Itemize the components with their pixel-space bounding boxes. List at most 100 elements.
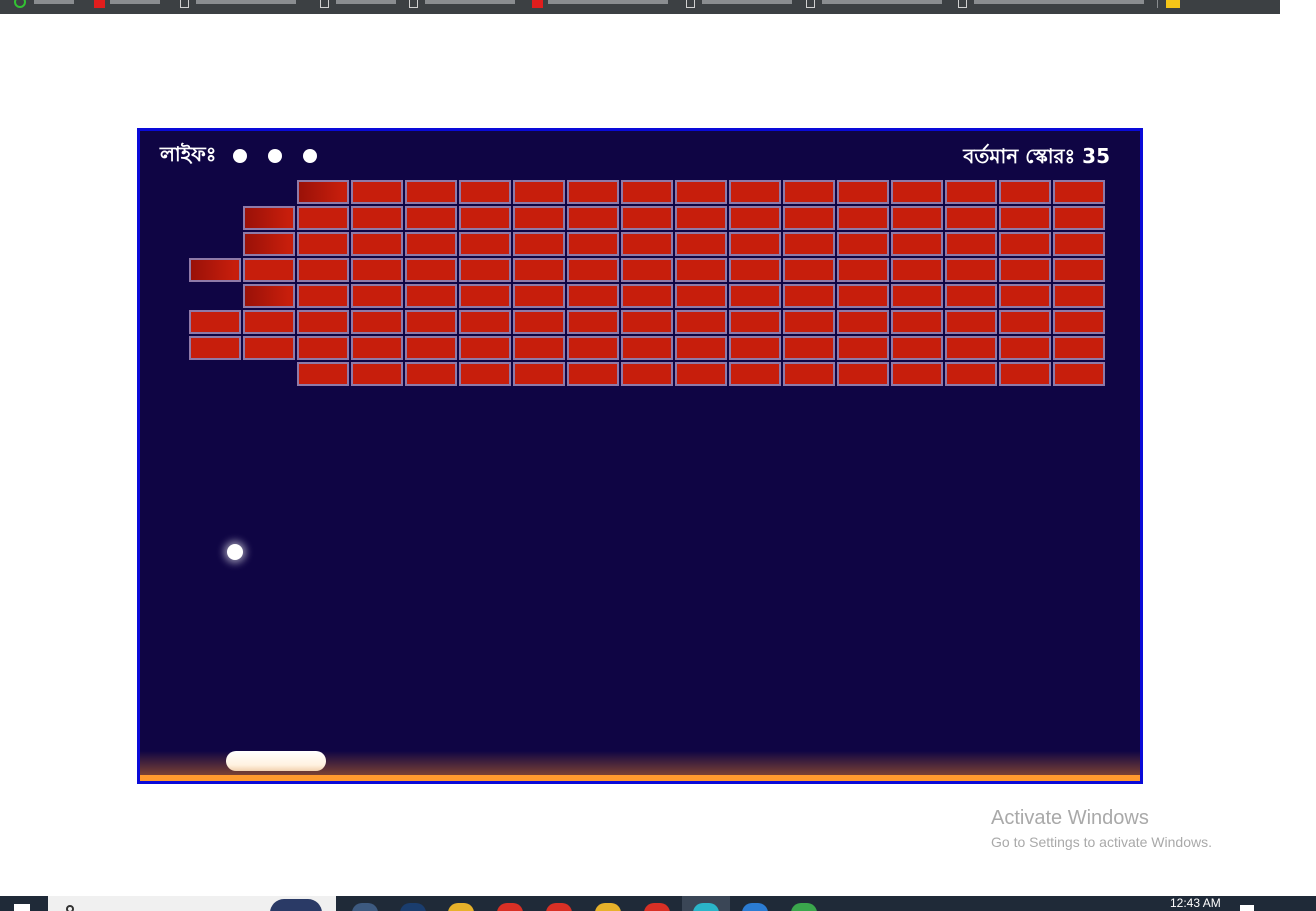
brick [1053, 284, 1105, 308]
brick [837, 258, 889, 282]
notification-icon[interactable] [1240, 905, 1254, 911]
brick [945, 310, 997, 334]
brick [567, 258, 619, 282]
brick [621, 284, 673, 308]
brick [621, 232, 673, 256]
bookmark-page-icon[interactable] [180, 0, 189, 8]
brick [459, 284, 511, 308]
chrome-icon[interactable] [497, 903, 523, 911]
brick [675, 206, 727, 230]
bookmark-label[interactable] [110, 0, 160, 4]
brick [891, 206, 943, 230]
folder-icon[interactable] [1166, 0, 1180, 8]
brick [567, 180, 619, 204]
brick [999, 206, 1051, 230]
brick [297, 336, 349, 360]
brick [351, 206, 403, 230]
edge-icon[interactable] [693, 903, 719, 911]
app-icon[interactable] [791, 903, 817, 911]
brick [621, 206, 673, 230]
bookmark-favicon-icon[interactable] [532, 0, 543, 8]
brick [567, 232, 619, 256]
brick [351, 336, 403, 360]
brick [945, 362, 997, 386]
bookmark-favicon-icon[interactable] [14, 0, 26, 8]
brick [297, 206, 349, 230]
brick [405, 284, 457, 308]
paddle[interactable] [226, 751, 326, 771]
brick [1053, 336, 1105, 360]
brick [621, 180, 673, 204]
brick [945, 336, 997, 360]
ball [227, 544, 243, 560]
brick [999, 362, 1051, 386]
brick [459, 206, 511, 230]
brick [1053, 232, 1105, 256]
brick [351, 232, 403, 256]
brick [675, 180, 727, 204]
bookmark-label[interactable] [34, 0, 74, 4]
activate-windows-watermark: Activate Windows Go to Settings to activ… [991, 806, 1212, 852]
brick [297, 284, 349, 308]
brick [891, 362, 943, 386]
task-view-icon[interactable] [352, 903, 378, 911]
brick [675, 284, 727, 308]
brick [513, 310, 565, 334]
brick [783, 362, 835, 386]
brick [351, 284, 403, 308]
bookmark-page-icon[interactable] [958, 0, 967, 8]
bookmark-page-icon[interactable] [320, 0, 329, 8]
brick [351, 180, 403, 204]
bookmark-label[interactable] [336, 0, 396, 4]
bookmark-favicon-icon[interactable] [94, 0, 105, 8]
brick [513, 258, 565, 282]
brick [891, 336, 943, 360]
brick [567, 284, 619, 308]
brick [783, 336, 835, 360]
brick [567, 336, 619, 360]
brick [1053, 258, 1105, 282]
brick [459, 336, 511, 360]
bookmark-page-icon[interactable] [409, 0, 418, 8]
brick [783, 180, 835, 204]
search-highlight-icon[interactable] [270, 899, 322, 911]
bookmark-page-icon[interactable] [686, 0, 695, 8]
brick [297, 362, 349, 386]
chrome-icon[interactable] [644, 903, 670, 911]
file-explorer-icon[interactable] [595, 903, 621, 911]
brick [837, 206, 889, 230]
brick [405, 258, 457, 282]
app-icon[interactable] [400, 903, 426, 911]
window-edge [1280, 0, 1316, 14]
brick [675, 232, 727, 256]
brick [513, 362, 565, 386]
taskbar-clock[interactable]: 12:43 AM [1170, 897, 1221, 909]
brick [729, 362, 781, 386]
bookmark-label[interactable] [822, 0, 942, 4]
brick [351, 362, 403, 386]
chrome-icon[interactable] [546, 903, 572, 911]
brick [513, 232, 565, 256]
life-ball-icon [303, 149, 317, 163]
bookmark-page-icon[interactable] [806, 0, 815, 8]
brick [459, 232, 511, 256]
watermark-title: Activate Windows [991, 807, 1149, 829]
bookmark-label[interactable] [702, 0, 792, 4]
brick [729, 258, 781, 282]
lives-label: লাইফঃ [160, 141, 217, 166]
brick [729, 310, 781, 334]
brick [297, 180, 349, 204]
bookmark-label[interactable] [548, 0, 668, 4]
app-icon[interactable] [448, 903, 474, 911]
bookmark-label[interactable] [196, 0, 296, 4]
bookmark-label[interactable] [974, 0, 1144, 4]
vscode-icon[interactable] [742, 903, 768, 911]
brick [729, 180, 781, 204]
bookmark-label[interactable] [425, 0, 515, 4]
brick [999, 180, 1051, 204]
brick [837, 310, 889, 334]
windows-start-icon[interactable] [14, 904, 30, 911]
brick [243, 310, 295, 334]
game-canvas[interactable]: লাইফঃ বর্তমান স্কোরঃ 35 [137, 128, 1143, 784]
brick [405, 206, 457, 230]
